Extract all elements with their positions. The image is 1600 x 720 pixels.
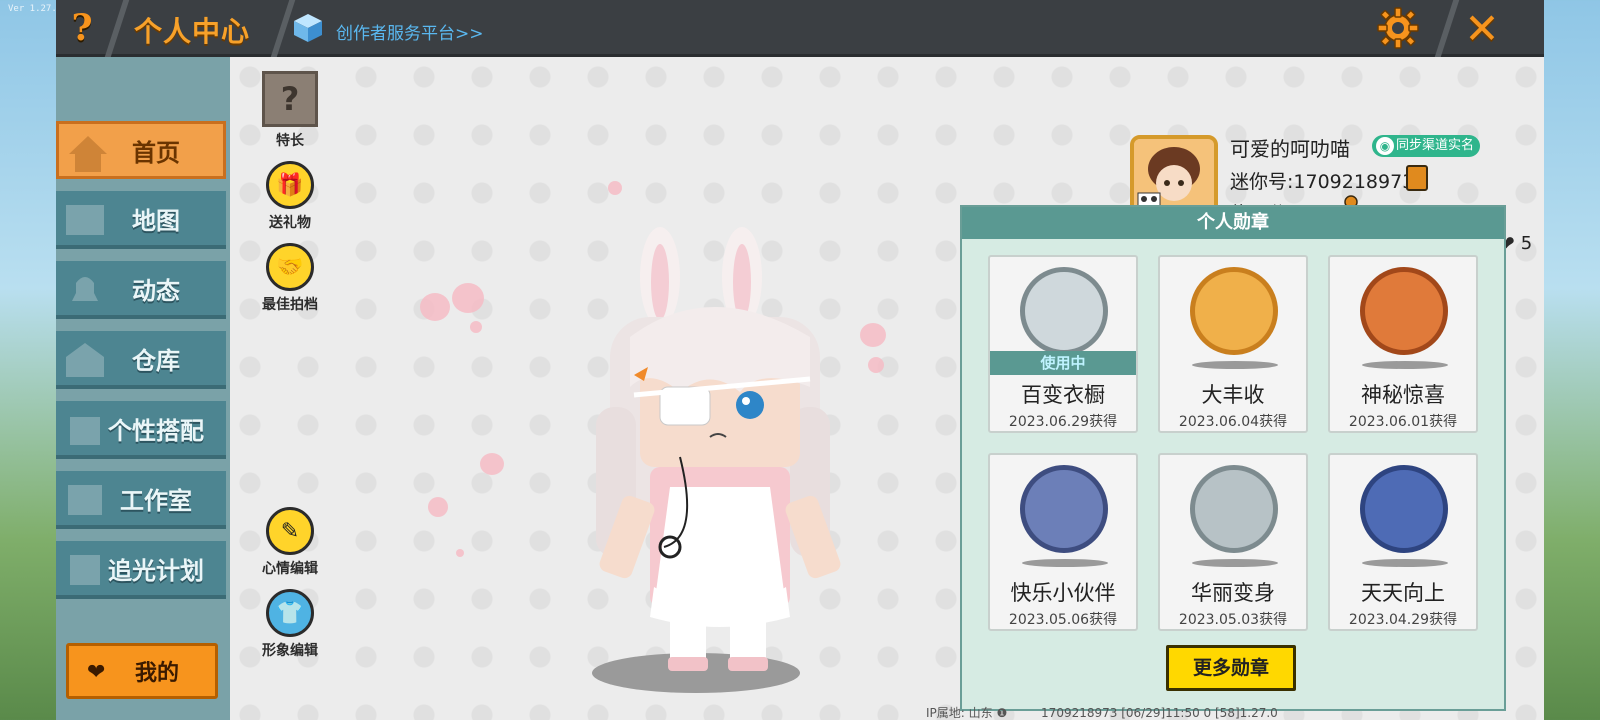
outfit-icon [70, 417, 100, 445]
medal-card[interactable]: 神秘惊喜 2023.06.01获得 [1328, 255, 1478, 433]
bell-icon [72, 277, 98, 301]
medal-harvest-icon [1190, 267, 1278, 355]
medal-shadow [1362, 559, 1448, 567]
medal-card[interactable]: 大丰收 2023.06.04获得 [1158, 255, 1308, 433]
medal-shadow [1192, 559, 1278, 567]
realname-badge[interactable]: ◉ 同步渠道实名 [1372, 135, 1481, 157]
sidebar: 首页 地图 动态 仓库 个性搭配 工作室 追光计划 ❤ 我的 [56, 57, 230, 720]
warehouse-icon [66, 343, 104, 377]
gear-icon[interactable] [1376, 6, 1420, 50]
medal-card[interactable]: 华丽变身 2023.05.03获得 [1158, 453, 1308, 631]
medal-card[interactable]: 快乐小伙伴 2023.05.06获得 [988, 453, 1138, 631]
in-use-tag: 使用中 [990, 351, 1136, 375]
gift-icon: 🎁 [266, 161, 314, 209]
petal-decoration [420, 293, 450, 321]
help-button[interactable]: ? [60, 6, 104, 50]
info-icon[interactable]: ❶ [996, 706, 1011, 720]
petal-decoration [452, 283, 484, 313]
question-mark-icon: ? [262, 71, 318, 127]
petal-decoration [860, 323, 886, 347]
shirt-icon: 👕 [266, 589, 314, 637]
medal-shadow [1192, 361, 1278, 369]
player-avatar-character[interactable] [590, 227, 850, 697]
specialty-button[interactable]: ? 特长 [250, 71, 330, 150]
close-button[interactable]: ✕ [1460, 4, 1504, 53]
home-icon [69, 136, 107, 172]
footer-info: IP属地: 山东 ❶ 1709218973 [06/29]11:50 0 [58… [926, 706, 1278, 720]
medal-buddy-icon [1020, 465, 1108, 553]
divider [1434, 0, 1460, 57]
medal-surprise-icon [1360, 267, 1448, 355]
nickname: 可爱的呵叻喵 [1230, 137, 1350, 161]
page-title: 个人中心 [134, 15, 251, 48]
divider [104, 0, 130, 57]
petal-decoration [456, 549, 464, 557]
sidebar-item-map[interactable]: 地图 [56, 191, 226, 249]
sidebar-item-feed[interactable]: 动态 [56, 261, 226, 319]
medals-header: 个人勋章 [962, 207, 1504, 239]
personal-center-window: ? 个人中心 创作者服务平台>> ✕ 首页 地图 动态 仓库 个性搭配 工作室 … [56, 0, 1544, 720]
mini-id: 迷你号:1709218973 [1230, 171, 1415, 193]
sidebar-item-warehouse[interactable]: 仓库 [56, 331, 226, 389]
creator-platform-link[interactable]: 创作者服务平台>> [336, 19, 484, 44]
send-gift-button[interactable]: 🎁 送礼物 [250, 161, 330, 232]
sidebar-item-outfit[interactable]: 个性搭配 [56, 401, 226, 459]
medal-card[interactable]: 天天向上 2023.04.29获得 [1328, 453, 1478, 631]
petal-decoration [428, 497, 448, 517]
appearance-edit-button[interactable]: 👕 形象编辑 [250, 589, 330, 660]
sidebar-item-home[interactable]: 首页 [56, 121, 226, 179]
petal-decoration [608, 181, 622, 195]
heart-icon: ❤ [87, 660, 106, 685]
mood-edit-button[interactable]: ✎ 心情编辑 [250, 507, 330, 578]
petal-decoration [480, 453, 504, 475]
map-icon [66, 205, 104, 235]
petal-decoration [868, 357, 884, 373]
sidebar-item-light-plan[interactable]: 追光计划 [56, 541, 226, 599]
medals-panel: 个人勋章 使用中 百变衣橱 2023.06.29获得 大丰收 2023.06.0… [960, 205, 1506, 711]
medal-shadow [1362, 361, 1448, 369]
user-icon: ◉ [1376, 137, 1394, 155]
edit-icon: ✎ [266, 507, 314, 555]
mine-button[interactable]: ❤ 我的 [66, 643, 218, 699]
studio-icon [68, 485, 102, 515]
medal-shadow [1022, 559, 1108, 567]
petal-decoration [470, 321, 482, 333]
handshake-icon: 🤝 [266, 243, 314, 291]
creator-cube-icon[interactable] [292, 12, 324, 44]
best-partner-button[interactable]: 🤝 最佳拍档 [250, 243, 330, 314]
medal-daily-icon [1360, 465, 1448, 553]
copy-icon[interactable] [1406, 165, 1428, 191]
medal-card[interactable]: 使用中 百变衣橱 2023.06.29获得 [988, 255, 1138, 433]
top-bar: ? 个人中心 创作者服务平台>> ✕ [56, 0, 1544, 57]
medal-transform-icon [1190, 465, 1278, 553]
more-medals-button[interactable]: 更多勋章 [1166, 645, 1296, 691]
medal-wardrobe-icon [1020, 267, 1108, 355]
sidebar-item-studio[interactable]: 工作室 [56, 471, 226, 529]
light-plan-icon [70, 555, 100, 585]
